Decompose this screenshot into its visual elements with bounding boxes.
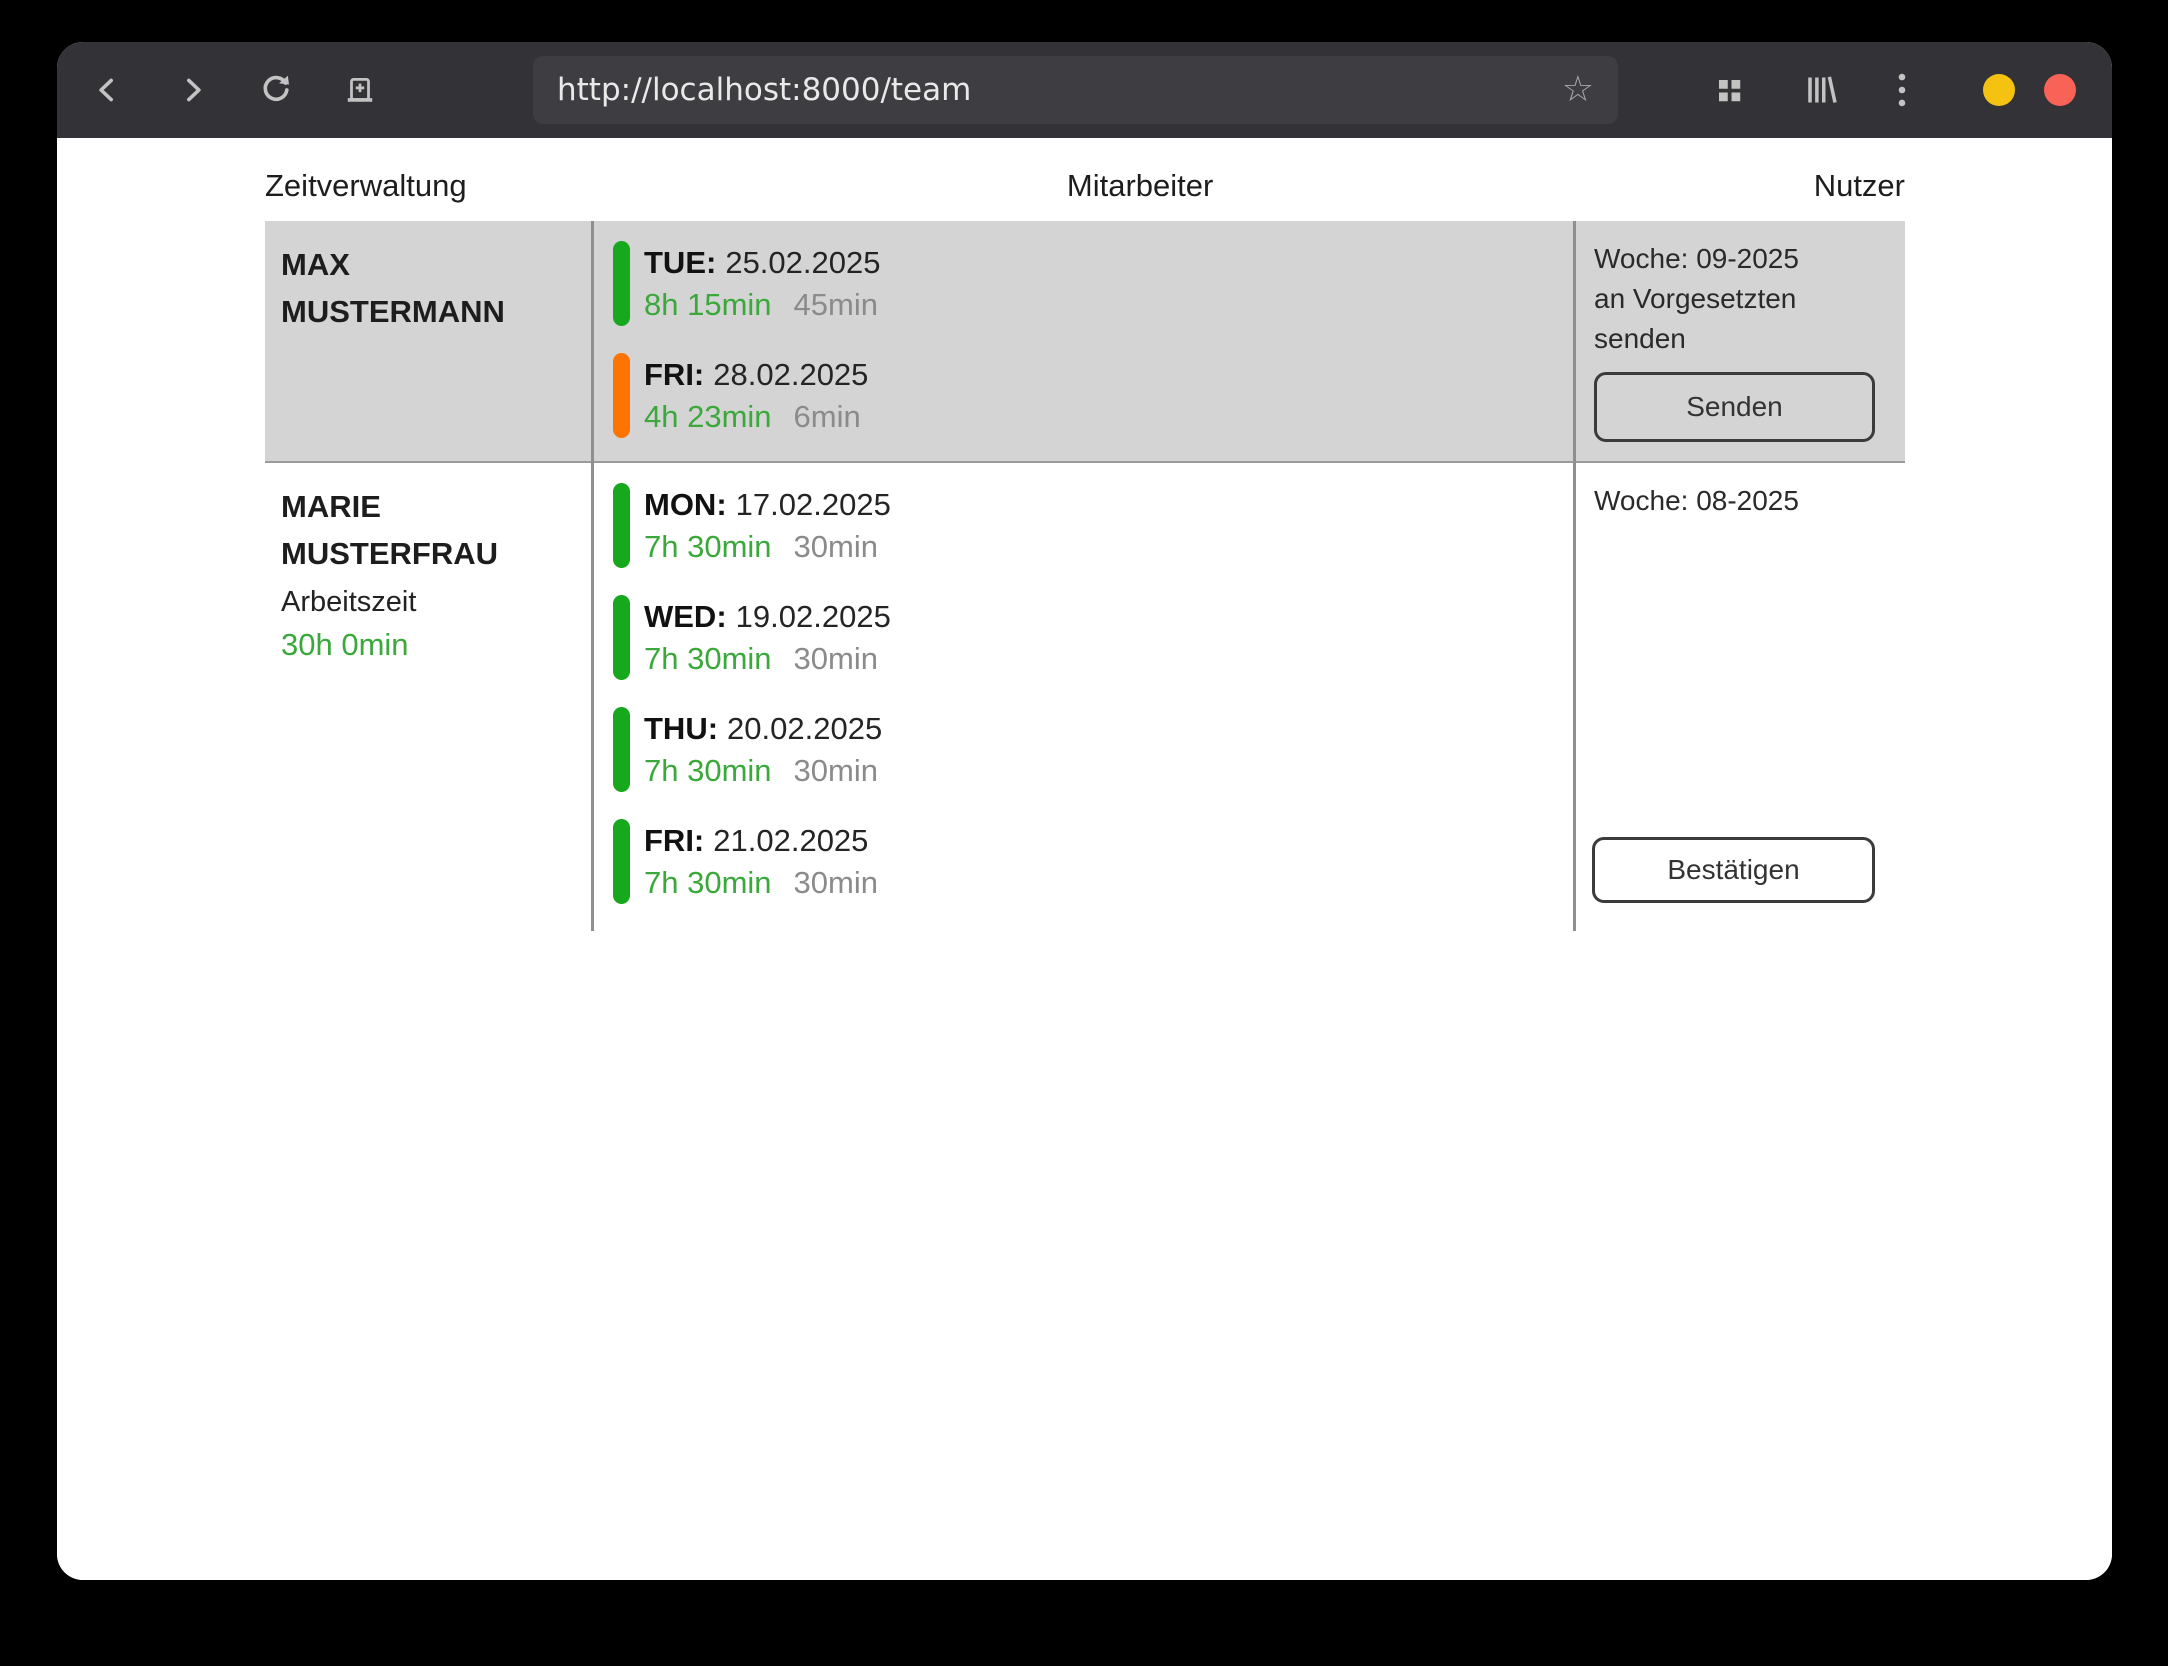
kebab-menu-icon[interactable] [1890, 70, 1914, 110]
employee-name-cell: MAX MUSTERMANN [265, 221, 591, 465]
week-label: an Vorgesetzten [1594, 279, 1905, 319]
senden-button[interactable]: Senden [1594, 372, 1875, 442]
time-entry: MON: 17.02.2025 7h 30min 30min [613, 483, 1573, 568]
time-entry-text: THU: 20.02.2025 7h 30min 30min [644, 707, 882, 792]
entry-date: 25.02.2025 [725, 245, 880, 280]
minimize-window-dot[interactable] [1983, 74, 2015, 106]
employee-name-line: MUSTERMANN [281, 288, 591, 335]
worked-time: 7h 30min [644, 529, 772, 564]
employee-name-line: MARIE [281, 483, 591, 530]
nav-zeitverwaltung[interactable]: Zeitverwaltung [265, 168, 467, 204]
worktime-value: 30h 0min [281, 627, 591, 663]
status-bar [613, 707, 630, 792]
library-icon[interactable] [1800, 70, 1840, 110]
time-entry: TUE: 25.02.2025 8h 15min 45min [613, 241, 1573, 326]
pause-time: 30min [794, 865, 878, 900]
time-entry-text: FRI: 28.02.2025 4h 23min 6min [644, 353, 868, 438]
nav-nutzer[interactable]: Nutzer [1814, 168, 1905, 204]
pause-time: 30min [794, 641, 878, 676]
time-entries-cell: TUE: 25.02.2025 8h 15min 45min FRI: 28.02.2… [591, 221, 1576, 465]
close-window-dot[interactable] [2044, 74, 2076, 106]
employee-name-line: MAX [281, 241, 591, 288]
status-bar [613, 819, 630, 904]
worked-time: 7h 30min [644, 753, 772, 788]
status-bar [613, 595, 630, 680]
employee-row-max-mustermann: MAX MUSTERMANN TUE: 25.02.2025 8h 15min 45… [265, 221, 1905, 463]
time-entries-cell: MON: 17.02.2025 7h 30min 30min WED: 19.02.2… [591, 463, 1576, 931]
url-bar[interactable]: http://localhost:8000/team ☆ [533, 56, 1618, 124]
nav-mitarbeiter[interactable]: Mitarbeiter [1067, 168, 1213, 204]
pause-time: 30min [794, 753, 878, 788]
back-button[interactable] [80, 62, 136, 118]
employee-name-cell: MARIE MUSTERFRAU Arbeitszeit 30h 0min [265, 463, 591, 931]
time-entry: WED: 19.02.2025 7h 30min 30min [613, 595, 1573, 680]
week-action-cell: Woche: 08-2025 Bestätigen [1576, 463, 1905, 931]
browser-window: http://localhost:8000/team ☆ Zeitverwalt… [57, 42, 2112, 1580]
day-label: MON: [644, 487, 727, 522]
pause-time: 45min [794, 287, 878, 322]
worked-time: 8h 15min [644, 287, 772, 322]
entry-date: 28.02.2025 [713, 357, 868, 392]
app-page: Zeitverwaltung Mitarbeiter Nutzer MAX MU… [57, 168, 2112, 1580]
worked-time: 7h 30min [644, 865, 772, 900]
day-label: FRI: [644, 823, 704, 858]
back-icon [91, 73, 125, 107]
pause-time: 30min [794, 529, 878, 564]
day-label: THU: [644, 711, 718, 746]
reload-icon [259, 73, 293, 107]
entry-date: 17.02.2025 [736, 487, 891, 522]
extensions-grid-icon[interactable] [1709, 70, 1749, 110]
employee-table: MAX MUSTERMANN TUE: 25.02.2025 8h 15min 45… [265, 221, 1905, 930]
time-entry: FRI: 28.02.2025 4h 23min 6min [613, 353, 1573, 438]
worked-time: 4h 23min [644, 399, 772, 434]
time-entry: FRI: 21.02.2025 7h 30min 30min [613, 819, 1573, 904]
employee-name-line: MUSTERFRAU [281, 530, 591, 577]
worktime-label: Arbeitszeit [281, 586, 591, 619]
new-tab-icon [343, 73, 377, 107]
bookmark-star-icon[interactable]: ☆ [1562, 72, 1594, 108]
status-bar [613, 241, 630, 326]
new-tab-button[interactable] [332, 62, 388, 118]
week-label: Woche: 09-2025 [1594, 239, 1905, 279]
entry-date: 21.02.2025 [713, 823, 868, 858]
status-bar [613, 353, 630, 438]
day-label: TUE: [644, 245, 716, 280]
reload-button[interactable] [248, 62, 304, 118]
forward-button[interactable] [164, 62, 220, 118]
time-entry: THU: 20.02.2025 7h 30min 30min [613, 707, 1573, 792]
time-entry-text: WED: 19.02.2025 7h 30min 30min [644, 595, 891, 680]
forward-icon [175, 73, 209, 107]
pause-time: 6min [794, 399, 861, 434]
entry-date: 20.02.2025 [727, 711, 882, 746]
status-bar [613, 483, 630, 568]
entry-date: 19.02.2025 [736, 599, 891, 634]
time-entry-text: TUE: 25.02.2025 8h 15min 45min [644, 241, 880, 326]
week-action-cell: Woche: 09-2025 an Vorgesetzten senden Se… [1576, 221, 1905, 465]
time-entry-text: MON: 17.02.2025 7h 30min 30min [644, 483, 891, 568]
week-label: senden [1594, 319, 1905, 359]
week-label: Woche: 08-2025 [1594, 481, 1905, 521]
worked-time: 7h 30min [644, 641, 772, 676]
time-entry-text: FRI: 21.02.2025 7h 30min 30min [644, 819, 878, 904]
day-label: FRI: [644, 357, 704, 392]
day-label: WED: [644, 599, 727, 634]
bestaetigen-button[interactable]: Bestätigen [1592, 837, 1875, 903]
app-navigation: Zeitverwaltung Mitarbeiter Nutzer [265, 168, 1905, 204]
browser-toolbar: http://localhost:8000/team ☆ [57, 42, 2112, 138]
employee-row-marie-musterfrau: MARIE MUSTERFRAU Arbeitszeit 30h 0min MO… [265, 463, 1905, 930]
url-text[interactable]: http://localhost:8000/team [557, 72, 971, 108]
